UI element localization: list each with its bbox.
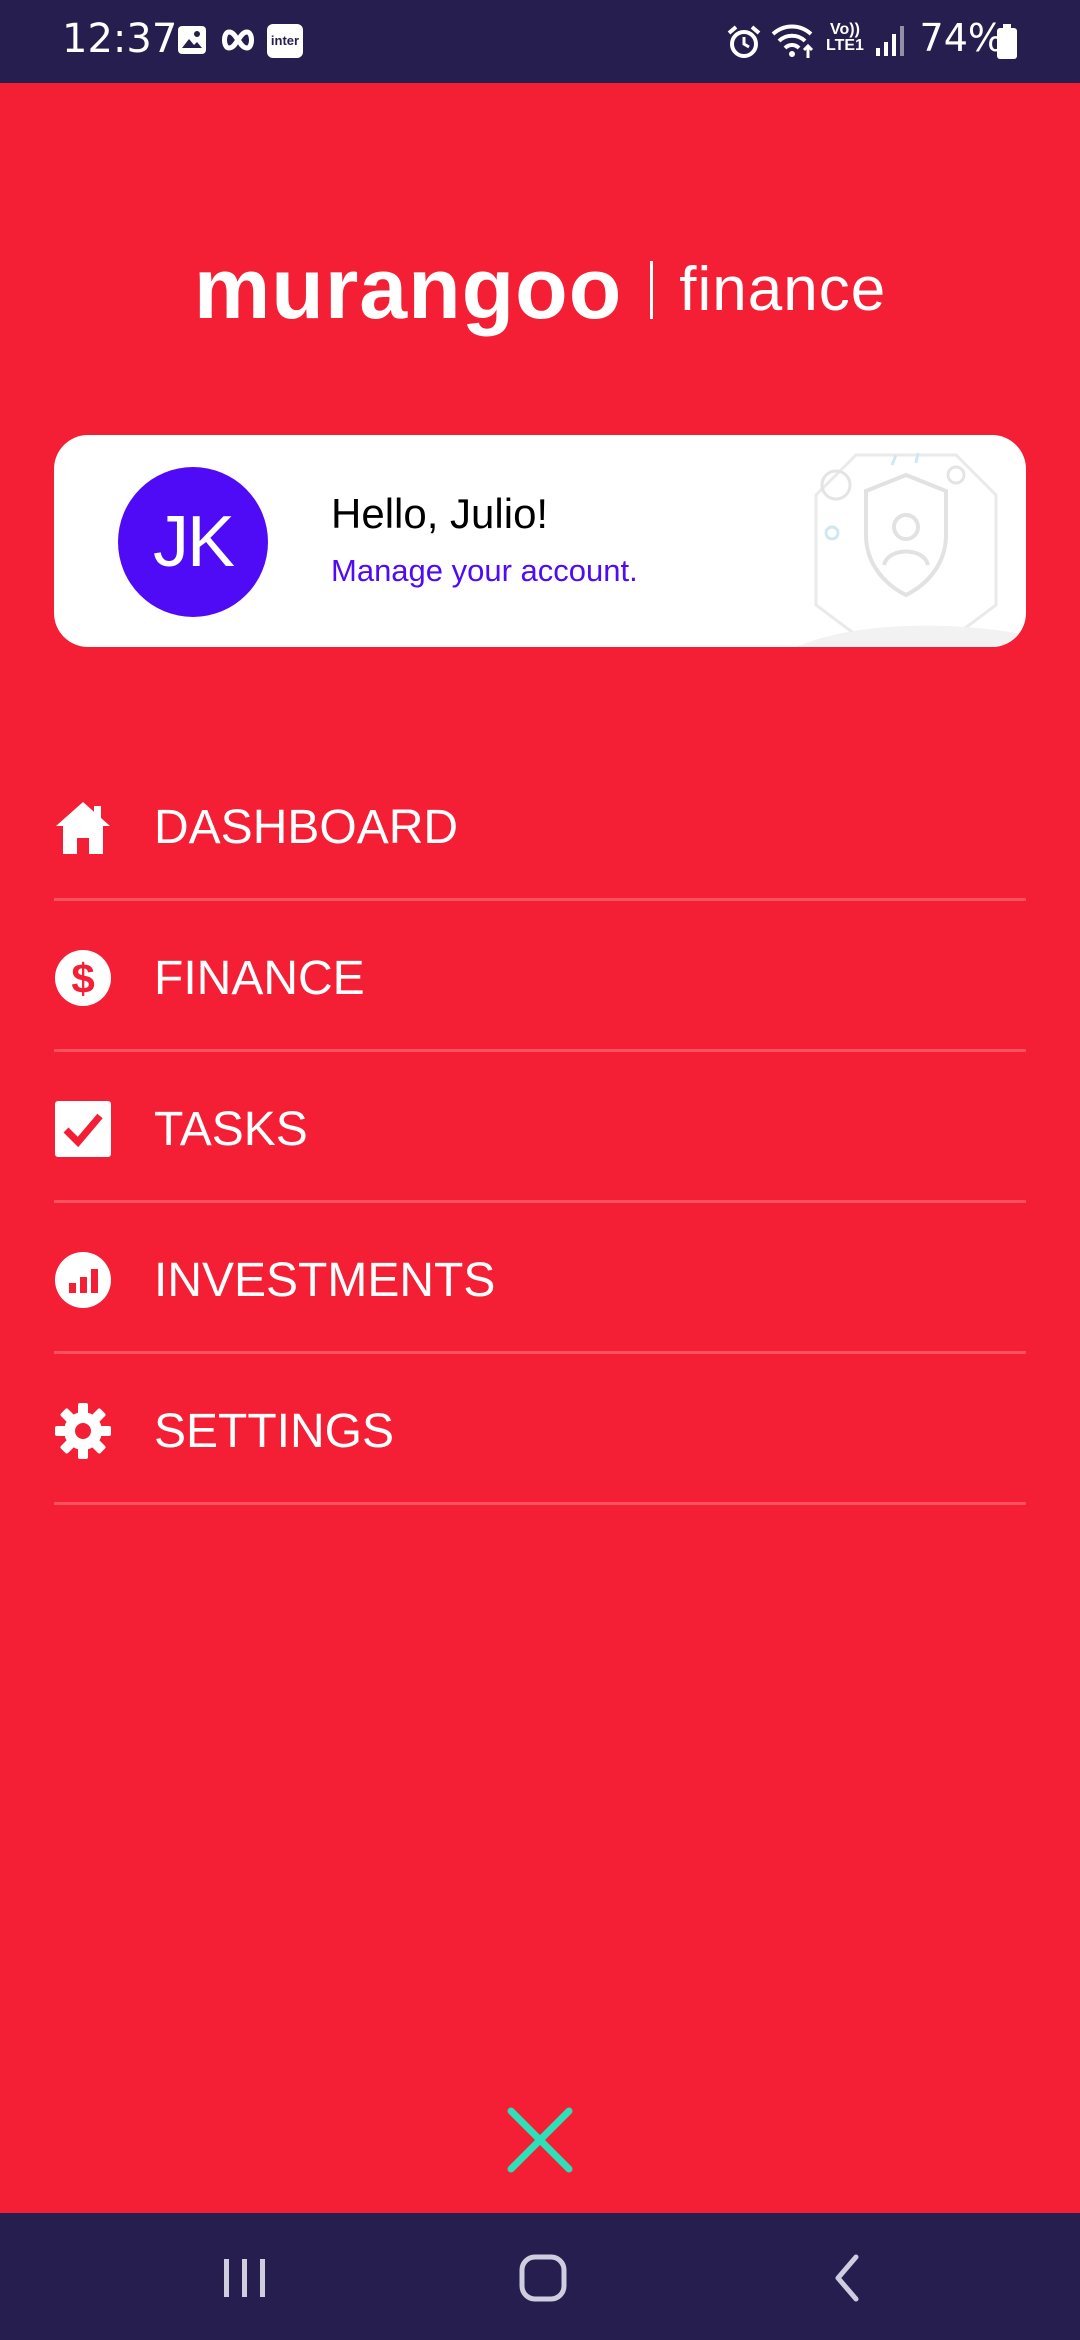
menu-label: TASKS — [154, 1103, 308, 1156]
home-button-icon[interactable] — [514, 2251, 574, 2305]
svg-text:$: $ — [71, 955, 94, 1002]
logo-brand: murangoo — [193, 241, 623, 337]
menu-label: DASHBOARD — [154, 801, 459, 854]
menu-item-settings[interactable]: SETTINGS — [54, 1354, 1026, 1505]
menu-item-tasks[interactable]: TASKS — [54, 1052, 1026, 1203]
signal-icon — [876, 26, 904, 56]
wifi-icon — [771, 24, 814, 58]
app-logo: murangoo finance — [0, 240, 1080, 339]
infinity-icon — [222, 29, 254, 51]
dollar-circle-icon: $ — [55, 950, 111, 1006]
account-card[interactable]: JK Hello, Julio! Manage your account. — [54, 435, 1026, 647]
logo-product: finance — [679, 255, 887, 324]
menu-label: FINANCE — [154, 952, 365, 1005]
back-icon[interactable] — [818, 2251, 878, 2305]
shield-illustration-icon — [796, 452, 1026, 647]
menu-item-finance[interactable]: $ FINANCE — [54, 901, 1026, 1052]
checkbox-icon — [55, 1101, 111, 1157]
bar-chart-circle-icon — [55, 1252, 111, 1308]
greeting-text: Hello, Julio! — [331, 490, 549, 537]
network-type: Vo)) LTE1 — [826, 21, 864, 54]
main-menu: DASHBOARD $ FINANCE TASKS INVESTMENTS SE… — [54, 750, 1026, 1505]
battery-icon — [997, 24, 1017, 59]
menu-item-dashboard[interactable]: DASHBOARD — [54, 750, 1026, 901]
gallery-icon — [178, 26, 206, 54]
avatar: JK — [118, 467, 268, 617]
battery-percent: 74% — [919, 16, 1004, 60]
status-bar: 12:37 inter Vo)) LTE1 74% — [0, 0, 1080, 83]
recent-apps-icon[interactable] — [214, 2251, 274, 2305]
inter-app-icon: inter — [267, 24, 303, 58]
close-icon[interactable] — [505, 2105, 575, 2175]
home-icon — [56, 802, 110, 854]
status-time: 12:37 — [62, 16, 178, 62]
menu-label: INVESTMENTS — [154, 1254, 496, 1307]
alarm-icon — [727, 25, 761, 58]
menu-label: SETTINGS — [154, 1405, 395, 1458]
manage-account-link[interactable]: Manage your account. — [331, 553, 638, 589]
logo-divider — [650, 260, 654, 319]
system-nav-bar — [0, 2213, 1080, 2340]
gear-icon — [55, 1403, 111, 1459]
menu-item-investments[interactable]: INVESTMENTS — [54, 1203, 1026, 1354]
